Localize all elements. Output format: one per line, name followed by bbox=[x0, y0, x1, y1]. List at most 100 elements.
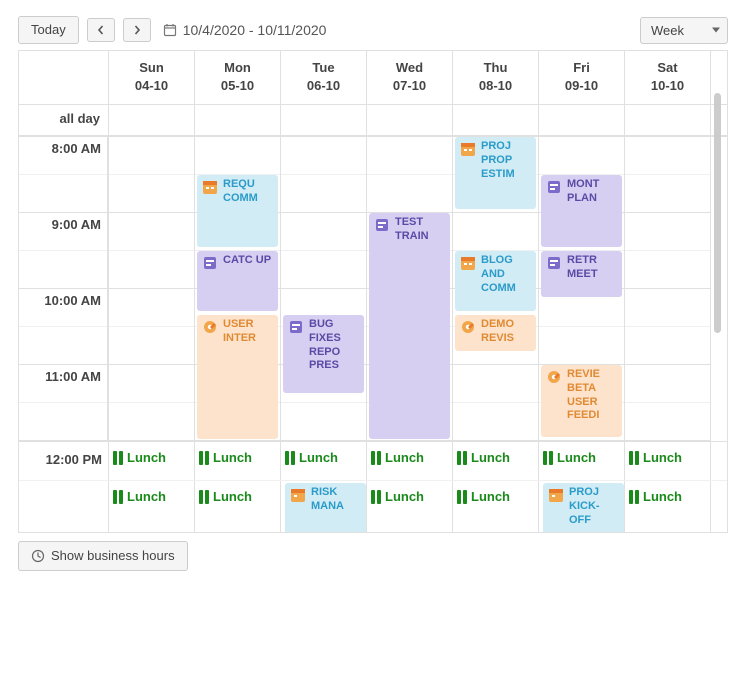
calendar-grid: Sun04-10 Mon05-10 Tue06-10 Wed07-10 Thu0… bbox=[18, 50, 728, 533]
lunch-sun-1230[interactable]: Lunch bbox=[109, 481, 195, 532]
day-col-tue[interactable]: BUG FIXES REPO PRES bbox=[281, 137, 367, 441]
event-mont-plan[interactable]: MONT PLAN bbox=[541, 175, 622, 247]
event-label: PROJ PROP ESTIM bbox=[481, 140, 532, 181]
event-risk-mana[interactable]: RISK MANA bbox=[281, 481, 367, 532]
next-button[interactable] bbox=[123, 18, 151, 42]
allday-cell-wed[interactable] bbox=[367, 105, 453, 135]
time-axis: 8:00 AM 9:00 AM 10:00 AM 11:00 AM bbox=[19, 137, 109, 441]
lunch-sat-1230[interactable]: Lunch bbox=[625, 481, 711, 532]
lunch-thu-1230[interactable]: Lunch bbox=[453, 481, 539, 532]
lunch-wed-1230[interactable]: Lunch bbox=[367, 481, 453, 532]
toolbar: Today 10/4/2020 - 10/11/2020 Week bbox=[10, 10, 736, 50]
header-tue[interactable]: Tue06-10 bbox=[281, 51, 367, 104]
calendar-purple-icon bbox=[545, 254, 563, 272]
lunch-sun-12[interactable]: Lunch bbox=[109, 442, 195, 480]
lunch-mon-12[interactable]: Lunch bbox=[195, 442, 281, 480]
lunch-fri-12[interactable]: Lunch bbox=[539, 442, 625, 480]
clock-icon bbox=[31, 549, 45, 563]
day-col-wed[interactable]: TEST TRAIN bbox=[367, 137, 453, 441]
date-range: 10/4/2020 - 10/11/2020 bbox=[163, 22, 327, 38]
pause-icon bbox=[285, 451, 295, 465]
lunch-row-1200: 12:00 PM Lunch Lunch Lunch Lunch Lunch L… bbox=[19, 441, 727, 480]
header-sun[interactable]: Sun04-10 bbox=[109, 51, 195, 104]
view-select[interactable]: Week bbox=[640, 17, 728, 44]
pause-icon bbox=[113, 451, 123, 465]
lunch-tue-12[interactable]: Lunch bbox=[281, 442, 367, 480]
gear-orange-icon bbox=[201, 318, 219, 336]
event-requ-comm[interactable]: REQU COMM bbox=[197, 175, 278, 247]
footer: Show business hours bbox=[10, 533, 736, 579]
show-business-hours-button[interactable]: Show business hours bbox=[18, 541, 188, 571]
pause-icon bbox=[113, 490, 123, 504]
event-catch-up[interactable]: CATC UP bbox=[197, 251, 278, 311]
calendar-body[interactable]: 8:00 AM 9:00 AM 10:00 AM 11:00 AM bbox=[19, 137, 727, 532]
lunch-mon-1230[interactable]: Lunch bbox=[195, 481, 281, 532]
event-label: BUG FIXES REPO PRES bbox=[309, 318, 360, 373]
allday-cell-sun[interactable] bbox=[109, 105, 195, 135]
lunch-thu-12[interactable]: Lunch bbox=[453, 442, 539, 480]
event-bug-fixes[interactable]: BUG FIXES REPO PRES bbox=[283, 315, 364, 393]
calendar-week-view: Today 10/4/2020 - 10/11/2020 Week bbox=[0, 0, 746, 690]
event-label: CATC UP bbox=[223, 254, 271, 268]
event-proj-prop-estim[interactable]: PROJ PROP ESTIM bbox=[455, 137, 536, 209]
time-12pm: 12:00 PM bbox=[19, 442, 109, 480]
day-col-thu[interactable]: PROJ PROP ESTIM BLOG AND COMM DEMO REVIS bbox=[453, 137, 539, 441]
calendar-orange-icon bbox=[547, 486, 565, 504]
pause-icon bbox=[629, 490, 639, 504]
event-review-beta[interactable]: REVIE BETA USER FEEDI bbox=[541, 365, 622, 437]
allday-cell-thu[interactable] bbox=[453, 105, 539, 135]
header-mon[interactable]: Mon05-10 bbox=[195, 51, 281, 104]
lunch-sat-12[interactable]: Lunch bbox=[625, 442, 711, 480]
prev-button[interactable] bbox=[87, 18, 115, 42]
lunch-row-1230: Lunch Lunch RISK MANA Lunch Lunch bbox=[19, 480, 727, 532]
event-demo-revis[interactable]: DEMO REVIS bbox=[455, 315, 536, 351]
allday-cell-tue[interactable] bbox=[281, 105, 367, 135]
header-thu[interactable]: Thu08-10 bbox=[453, 51, 539, 104]
event-label: RISK MANA bbox=[311, 486, 362, 514]
pause-icon bbox=[199, 451, 209, 465]
time-10am: 10:00 AM bbox=[44, 293, 101, 308]
pause-icon bbox=[629, 451, 639, 465]
day-col-sun[interactable] bbox=[109, 137, 195, 441]
pause-icon bbox=[371, 490, 381, 504]
header-wed[interactable]: Wed07-10 bbox=[367, 51, 453, 104]
pause-icon bbox=[371, 451, 381, 465]
calendar-purple-icon bbox=[545, 178, 563, 196]
gear-orange-icon bbox=[545, 368, 563, 386]
event-label: RETR MEET bbox=[567, 254, 618, 282]
allday-cell-fri[interactable] bbox=[539, 105, 625, 135]
event-label: BLOG AND COMM bbox=[481, 254, 532, 295]
event-label: REQU COMM bbox=[223, 178, 274, 206]
lunch-wed-12[interactable]: Lunch bbox=[367, 442, 453, 480]
calendar-purple-icon bbox=[201, 254, 219, 272]
calendar-orange-icon bbox=[459, 254, 477, 272]
event-label: REVIE BETA USER FEEDI bbox=[567, 368, 618, 423]
calendar-orange-icon bbox=[201, 178, 219, 196]
header-sat[interactable]: Sat10-10 bbox=[625, 51, 711, 104]
day-header-row: Sun04-10 Mon05-10 Tue06-10 Wed07-10 Thu0… bbox=[19, 51, 727, 105]
allday-cell-sat[interactable] bbox=[625, 105, 711, 135]
day-col-mon[interactable]: REQU COMM CATC UP USER INTER bbox=[195, 137, 281, 441]
event-retr-meet[interactable]: RETR MEET bbox=[541, 251, 622, 297]
day-col-sat[interactable] bbox=[625, 137, 711, 441]
calendar-orange-icon bbox=[289, 486, 307, 504]
event-blog-and-comm[interactable]: BLOG AND COMM bbox=[455, 251, 536, 311]
event-label: PROJ KICK-OFF bbox=[569, 486, 620, 527]
time-9am: 9:00 AM bbox=[52, 217, 101, 232]
calendar-purple-icon bbox=[287, 318, 305, 336]
chevron-right-icon bbox=[132, 25, 142, 35]
pause-icon bbox=[457, 490, 467, 504]
pause-icon bbox=[543, 451, 553, 465]
event-user-interface[interactable]: USER INTER bbox=[197, 315, 278, 439]
event-test-train[interactable]: TEST TRAIN bbox=[369, 213, 450, 439]
event-label: USER INTER bbox=[223, 318, 274, 346]
gear-orange-icon bbox=[459, 318, 477, 336]
day-col-fri[interactable]: MONT PLAN RETR MEET REVIE BETA USER FEED… bbox=[539, 137, 625, 441]
pause-icon bbox=[457, 451, 467, 465]
header-fri[interactable]: Fri09-10 bbox=[539, 51, 625, 104]
calendar-purple-icon bbox=[373, 216, 391, 234]
today-button[interactable]: Today bbox=[18, 16, 79, 44]
event-proj-kickoff[interactable]: PROJ KICK-OFF bbox=[539, 481, 625, 532]
allday-cell-mon[interactable] bbox=[195, 105, 281, 135]
event-label: MONT PLAN bbox=[567, 178, 618, 206]
